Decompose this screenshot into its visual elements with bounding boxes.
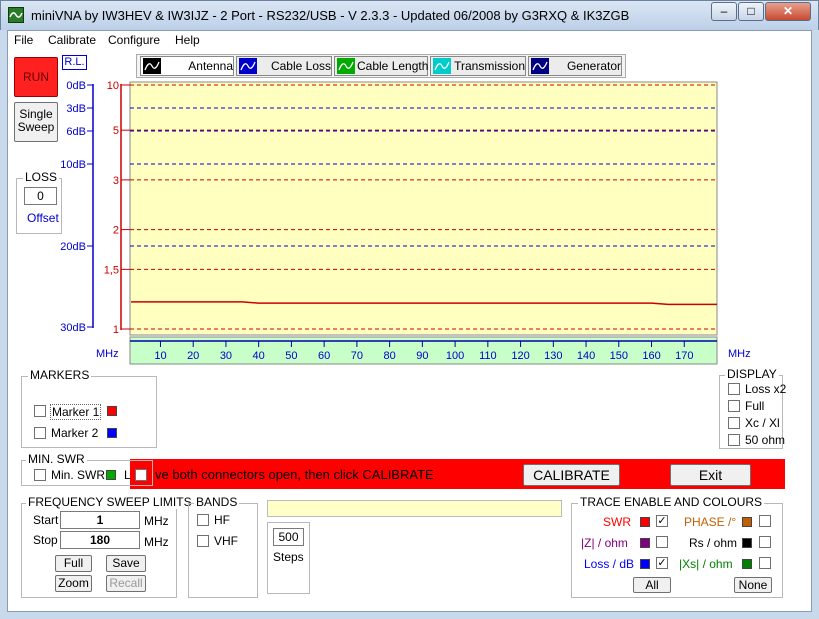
swr-trace-label: SWR xyxy=(603,515,631,529)
min-swr-checkbox[interactable] xyxy=(34,469,46,481)
x-tick-label: 80 xyxy=(384,350,396,362)
vhf-checkbox[interactable] xyxy=(197,535,209,547)
x-tick-label: 100 xyxy=(446,350,464,362)
full-checkbox[interactable] xyxy=(728,400,740,412)
loss-trace-checkbox[interactable]: ✓ xyxy=(656,557,668,569)
marker1-checkbox[interactable] xyxy=(34,405,46,417)
status-message: ve both connectors open, then click CALI… xyxy=(155,467,434,482)
exit-button[interactable]: Exit xyxy=(670,464,751,486)
stop-unit: MHz xyxy=(144,535,169,549)
phase-trace-label: PHASE /° xyxy=(684,515,737,529)
recall-button[interactable]: Recall xyxy=(106,575,146,592)
xs-color-swatch[interactable] xyxy=(742,559,752,569)
x-tick-label: 150 xyxy=(610,350,628,362)
rl-tick-label: 0dB xyxy=(66,80,86,92)
swr-tick-label: 1,5 xyxy=(104,264,119,276)
xc-xl-checkbox[interactable] xyxy=(728,417,740,429)
loss-x2-label: Loss x2 xyxy=(745,382,787,396)
min-swr-label: Min. SWR xyxy=(51,468,105,482)
x-tick-label: 20 xyxy=(187,350,199,362)
x-tick-label: 60 xyxy=(318,350,330,362)
x-tick-label: 110 xyxy=(479,350,497,362)
x-tick-label: 120 xyxy=(511,350,529,362)
z-color-swatch[interactable] xyxy=(640,538,650,548)
calibrate-button[interactable]: CALIBRATE xyxy=(523,464,620,486)
x-tick-label: 90 xyxy=(416,350,428,362)
chart: 105321,510dB3dB6dB10dB20dB30dB10 20 30 40 50… xyxy=(60,80,751,365)
info-field xyxy=(267,500,562,517)
swr-tick-label: 5 xyxy=(113,125,119,137)
marker1-color-swatch[interactable] xyxy=(107,406,117,416)
rs-trace-checkbox[interactable] xyxy=(759,536,771,548)
rl-tick-label: 3dB xyxy=(66,103,86,115)
vhf-label: VHF xyxy=(214,534,238,548)
loss-trace-label: Loss / dB xyxy=(584,557,635,571)
rl-tick-label: 10dB xyxy=(60,159,86,171)
z-trace-checkbox[interactable] xyxy=(656,536,668,548)
min-swr-legend: MIN. SWR xyxy=(26,452,87,466)
start-frequency-input[interactable]: 1 xyxy=(60,511,140,529)
hf-checkbox[interactable] xyxy=(197,514,209,526)
steps-label: Steps xyxy=(273,550,304,564)
swr-tick-label: 10 xyxy=(107,80,119,92)
min-swr-color-swatch[interactable] xyxy=(106,470,116,480)
save-button[interactable]: Save xyxy=(106,555,146,572)
50-ohm-checkbox[interactable] xyxy=(728,434,740,446)
marker1-label: Marker 1 xyxy=(50,404,102,420)
marker2-color-swatch[interactable] xyxy=(107,428,117,438)
50-ohm-label: 50 ohm xyxy=(745,433,786,447)
rl-tick-label: 6dB xyxy=(66,126,86,138)
rl-tick-label: 30dB xyxy=(60,322,86,334)
swr-color-swatch[interactable] xyxy=(640,517,650,527)
xs-trace-checkbox[interactable] xyxy=(759,557,771,569)
hf-label: HF xyxy=(214,513,230,527)
stop-label: Stop xyxy=(33,533,58,547)
full-button[interactable]: Full xyxy=(55,555,92,572)
swr-tick-label: 1 xyxy=(113,324,119,336)
x-unit-label-right: MHz xyxy=(728,348,751,360)
z-trace-label: |Z| / ohm xyxy=(581,536,628,550)
loss-x2-checkbox[interactable] xyxy=(728,383,740,395)
full-label: Full xyxy=(745,399,765,413)
x-tick-label: 40 xyxy=(253,350,265,362)
min-swr-l-checkbox[interactable] xyxy=(135,469,147,481)
xs-trace-label: |Xs| / ohm xyxy=(679,557,733,571)
rs-trace-label: Rs / ohm xyxy=(689,536,738,550)
rl-tick-label: 20dB xyxy=(60,241,86,253)
rs-color-swatch[interactable] xyxy=(742,538,752,548)
start-label: Start xyxy=(33,513,59,527)
markers-legend: MARKERS xyxy=(28,368,92,382)
x-unit-label-left: MHz xyxy=(96,348,119,360)
x-tick-label: 130 xyxy=(544,350,562,362)
all-traces-button[interactable]: All xyxy=(633,577,671,593)
swr-tick-label: 2 xyxy=(113,225,119,237)
x-tick-label: 140 xyxy=(577,350,595,362)
sweep-legend: FREQUENCY SWEEP LIMITS xyxy=(26,495,194,509)
x-tick-label: 70 xyxy=(351,350,363,362)
marker2-label: Marker 2 xyxy=(51,426,99,440)
swr-tick-label: 3 xyxy=(113,175,119,187)
x-tick-label: 10 xyxy=(154,350,166,362)
zoom-button[interactable]: Zoom xyxy=(55,575,92,592)
loss-color-swatch[interactable] xyxy=(640,559,650,569)
x-tick-label: 50 xyxy=(285,350,297,362)
x-tick-label: 170 xyxy=(675,350,693,362)
marker2-checkbox[interactable] xyxy=(34,427,46,439)
min-swr-l-label: L xyxy=(124,468,131,482)
x-tick-label: 30 xyxy=(220,350,232,362)
start-unit: MHz xyxy=(144,514,169,528)
bands-legend: BANDS xyxy=(194,495,240,509)
display-legend: DISPLAY xyxy=(725,367,779,381)
x-tick-label: 160 xyxy=(642,350,660,362)
phase-color-swatch[interactable] xyxy=(742,517,752,527)
steps-input[interactable]: 500 xyxy=(273,528,304,546)
none-traces-button[interactable]: None xyxy=(734,577,772,593)
plot-area xyxy=(129,81,718,336)
phase-trace-checkbox[interactable] xyxy=(759,515,771,527)
xc-xl-label: Xc / Xl xyxy=(745,416,780,430)
trace-legend: TRACE ENABLE AND COLOURS xyxy=(578,495,765,509)
swr-trace-checkbox[interactable]: ✓ xyxy=(656,515,668,527)
stop-frequency-input[interactable]: 180 xyxy=(60,531,140,549)
